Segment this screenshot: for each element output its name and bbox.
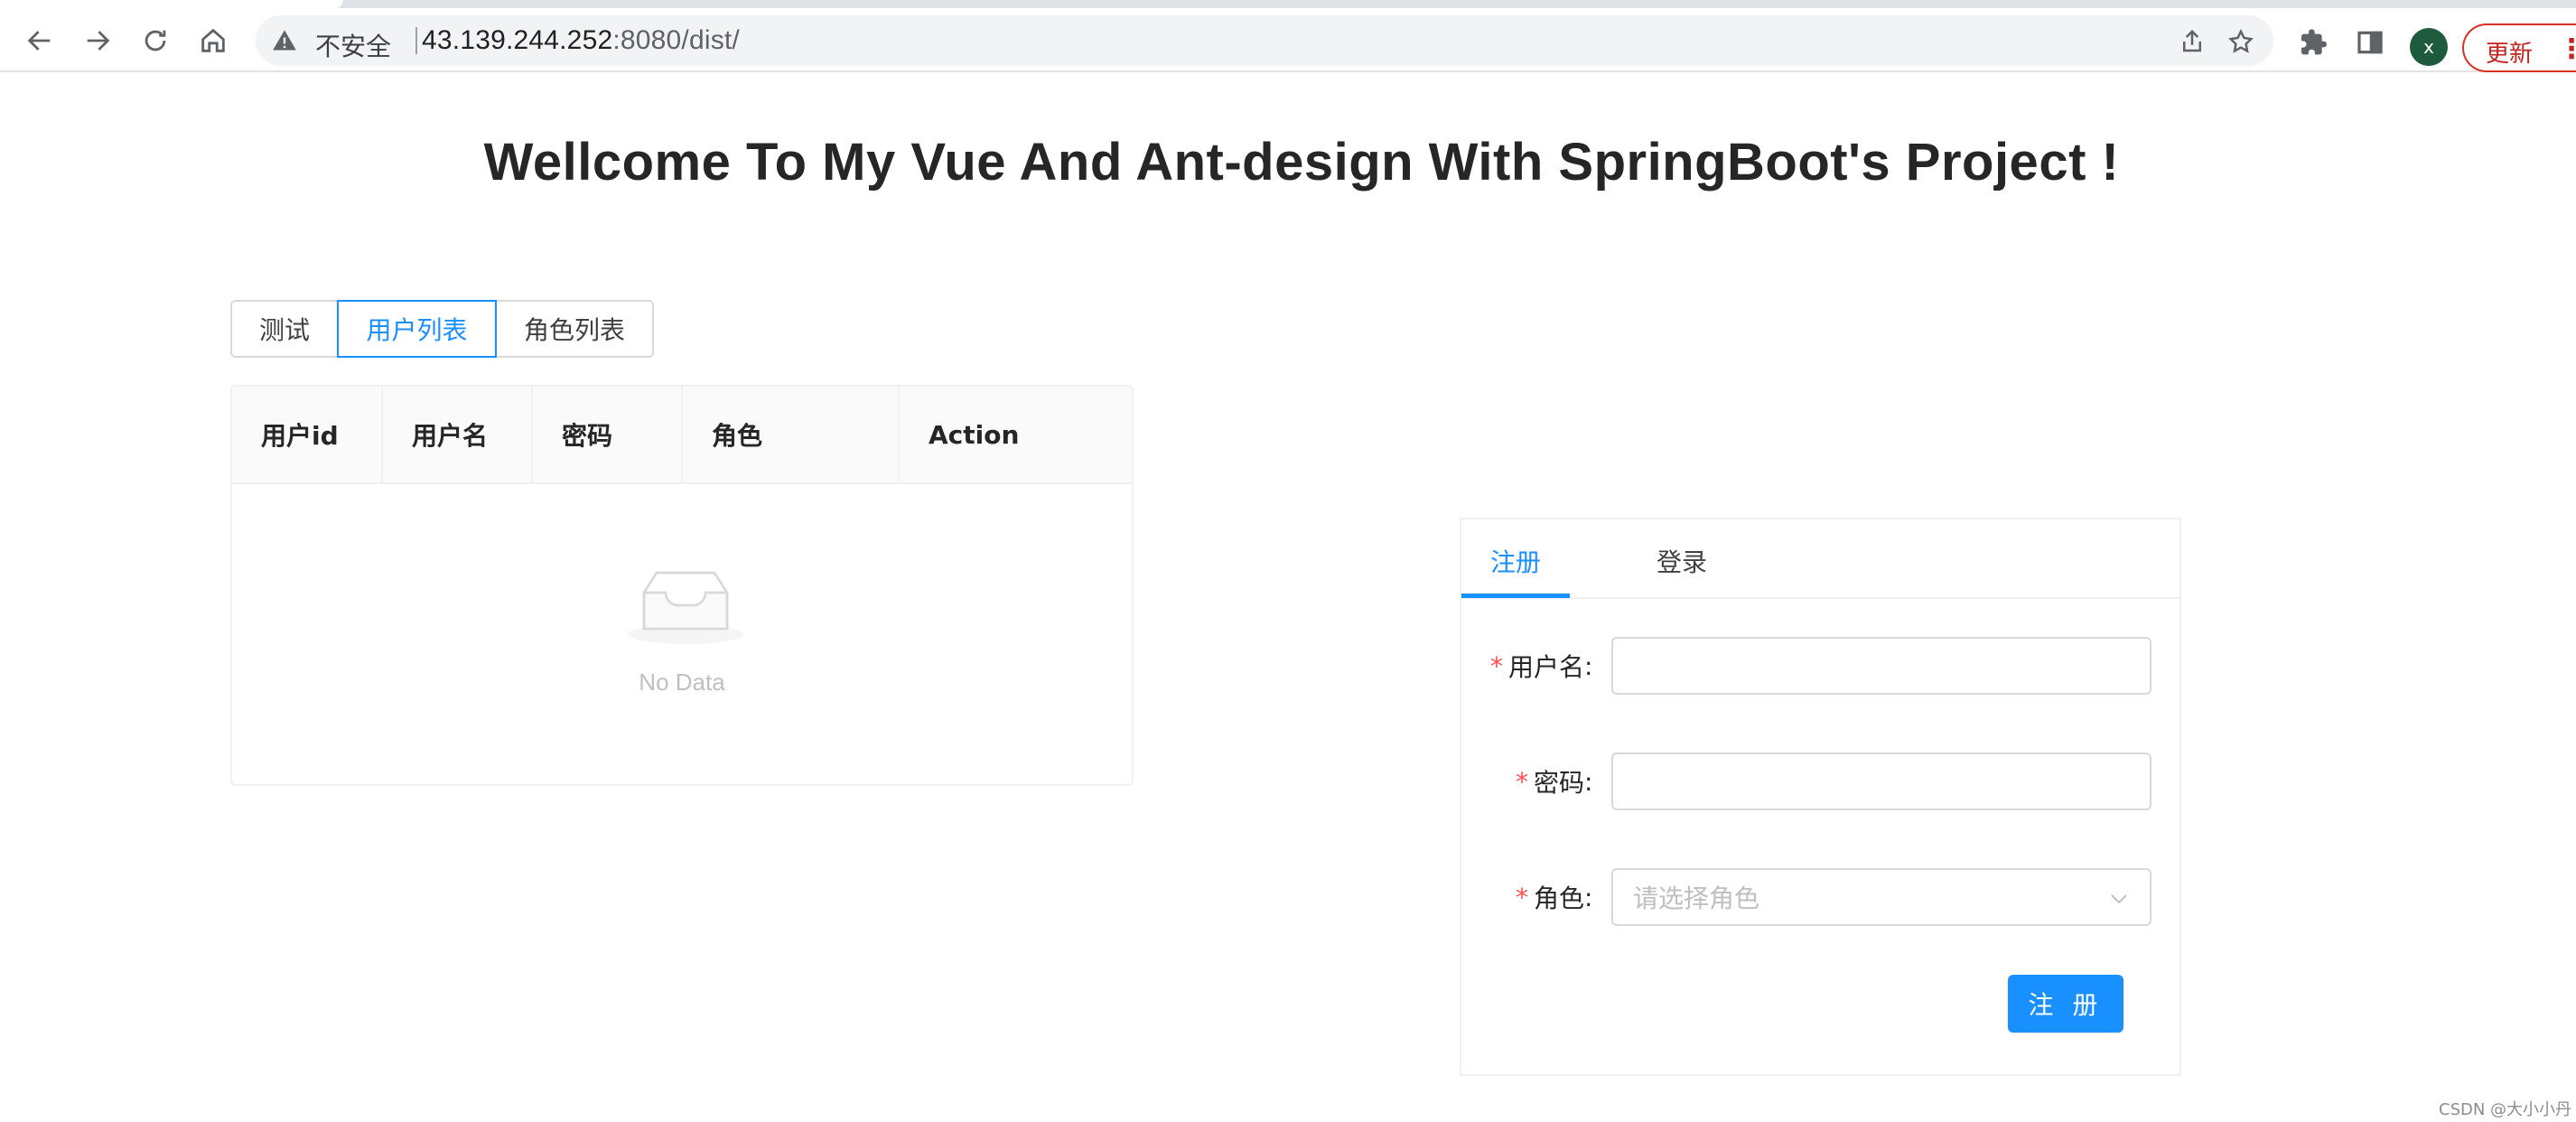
star-icon bbox=[2228, 28, 2254, 53]
forward-button[interactable] bbox=[79, 23, 116, 59]
label-colon: : bbox=[1584, 882, 1593, 912]
back-icon bbox=[27, 31, 51, 51]
required-mark: * bbox=[1516, 766, 1528, 797]
label-colon: : bbox=[1584, 650, 1593, 681]
role-label-text: 角色 bbox=[1534, 884, 1585, 913]
column-header-action[interactable]: Action bbox=[900, 387, 1132, 482]
active-tab[interactable] bbox=[0, 0, 343, 8]
password-label-text: 密码 bbox=[1534, 768, 1585, 798]
tab-user-list[interactable]: 用户列表 bbox=[337, 300, 497, 358]
role-form-item: * 角色: 请选择角色 bbox=[1461, 868, 2179, 926]
url-path: :8080/dist/ bbox=[612, 25, 740, 55]
profile-avatar[interactable]: x bbox=[2410, 28, 2448, 66]
side-panel-icon bbox=[2357, 31, 2383, 54]
address-separator bbox=[415, 27, 417, 54]
home-icon bbox=[201, 28, 225, 52]
address-bar[interactable]: 不安全 43.139.244.252:8080/dist/ bbox=[256, 15, 2273, 66]
update-label: 更新 bbox=[2486, 41, 2534, 68]
empty-text: No Data bbox=[639, 669, 725, 696]
extensions-button[interactable] bbox=[2298, 26, 2330, 59]
password-label: * 密码: bbox=[1516, 753, 1592, 810]
reload-button[interactable] bbox=[137, 23, 173, 59]
security-label[interactable]: 不安全 bbox=[315, 27, 391, 63]
table-header: 用户id 用户名 密码 角色 Action bbox=[232, 387, 1132, 484]
column-header-username[interactable]: 用户名 bbox=[383, 387, 533, 482]
back-button[interactable] bbox=[22, 23, 58, 59]
browser-toolbar: 不安全 43.139.244.252:8080/dist/ x 更新 ⋮ bbox=[0, 8, 2576, 72]
empty-inbox-icon bbox=[628, 571, 743, 644]
bookmark-button[interactable] bbox=[2226, 26, 2256, 57]
warning-icon[interactable] bbox=[272, 28, 297, 53]
table-empty-state: No Data bbox=[232, 484, 1132, 784]
page-title: Wellcome To My Vue And Ant-design With S… bbox=[483, 133, 2120, 192]
menu-icon[interactable]: ⋮ bbox=[2558, 33, 2576, 65]
url-text[interactable]: 43.139.244.252:8080/dist/ bbox=[422, 25, 740, 56]
reload-icon bbox=[145, 30, 166, 51]
tab-register[interactable]: 注册 bbox=[1490, 543, 1541, 579]
role-select-placeholder: 请选择角色 bbox=[1633, 884, 1760, 913]
auth-tabs: 注册 登录 bbox=[1461, 519, 2179, 599]
register-button[interactable]: 注 册 bbox=[2008, 975, 2123, 1033]
column-header-user-id[interactable]: 用户id bbox=[232, 387, 383, 482]
share-icon bbox=[2183, 29, 2201, 52]
update-button[interactable]: 更新 ⋮ bbox=[2462, 23, 2576, 72]
active-tab-indicator bbox=[1461, 594, 1570, 598]
side-panel-button[interactable] bbox=[2354, 26, 2386, 59]
chevron-down-icon[interactable] bbox=[2108, 888, 2130, 910]
list-switch: 测试 用户列表 角色列表 bbox=[230, 300, 654, 358]
required-mark: * bbox=[1490, 650, 1503, 681]
home-button[interactable] bbox=[195, 23, 231, 59]
column-header-password[interactable]: 密码 bbox=[533, 387, 683, 482]
role-label: * 角色: bbox=[1516, 868, 1592, 926]
username-form-item: * 用户名: bbox=[1461, 637, 2179, 695]
user-table: 用户id 用户名 密码 角色 Action No Data bbox=[230, 385, 1134, 786]
role-select[interactable]: 请选择角色 bbox=[1611, 868, 2151, 926]
password-input[interactable] bbox=[1611, 753, 2151, 810]
password-form-item: * 密码: bbox=[1461, 753, 2179, 810]
label-colon: : bbox=[1584, 766, 1593, 797]
column-header-role[interactable]: 角色 bbox=[683, 387, 900, 482]
auth-card: 注册 登录 * 用户名: * 密码: * 角色: 请选择角色 注 册 bbox=[1460, 518, 2181, 1076]
share-button[interactable] bbox=[2177, 26, 2207, 57]
tab-login[interactable]: 登录 bbox=[1657, 543, 1707, 579]
username-label-text: 用户名 bbox=[1508, 652, 1585, 682]
username-input[interactable] bbox=[1611, 637, 2151, 695]
forward-icon bbox=[87, 31, 110, 51]
required-mark: * bbox=[1516, 882, 1528, 912]
extensions-icon bbox=[2301, 29, 2327, 55]
username-label: * 用户名: bbox=[1490, 637, 1592, 695]
tab-strip bbox=[0, 0, 2576, 8]
url-host: 43.139.244.252 bbox=[422, 25, 613, 55]
tab-test[interactable]: 测试 bbox=[230, 300, 339, 358]
watermark: CSDN @大小小丹 bbox=[2439, 1100, 2572, 1119]
tab-role-list[interactable]: 角色列表 bbox=[495, 300, 654, 358]
